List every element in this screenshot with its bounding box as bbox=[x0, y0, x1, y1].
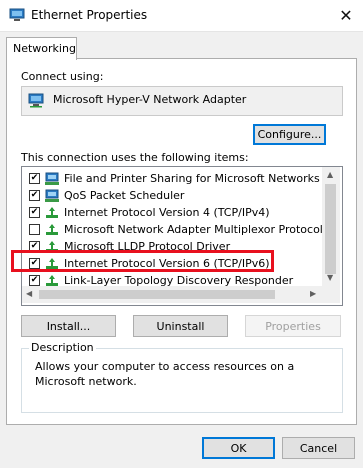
protocol-icon bbox=[46, 206, 58, 218]
ok-button-label: OK bbox=[230, 441, 247, 455]
item-checkbox[interactable] bbox=[29, 224, 40, 235]
tab-networking-label: Networking bbox=[13, 42, 76, 55]
cancel-button[interactable]: Cancel bbox=[282, 437, 355, 459]
network-adapter-icon bbox=[9, 8, 25, 21]
properties-button[interactable]: Properties bbox=[245, 315, 341, 337]
network-client-icon bbox=[45, 189, 59, 202]
item-label: QoS Packet Scheduler bbox=[64, 189, 185, 202]
item-checkbox[interactable]: ✔ bbox=[29, 207, 40, 218]
adapter-name: Microsoft Hyper-V Network Adapter bbox=[53, 93, 247, 106]
items-list[interactable]: ✔ File and Printer Sharing for Microsoft… bbox=[21, 166, 343, 306]
list-item[interactable]: ✔ File and Printer Sharing for Microsoft… bbox=[29, 170, 324, 187]
description-text: Allows your computer to access resources… bbox=[35, 360, 295, 388]
item-checkbox[interactable]: ✔ bbox=[29, 173, 40, 184]
cancel-button-label: Cancel bbox=[299, 441, 338, 455]
configure-button-label: Configure... bbox=[257, 128, 322, 141]
list-item[interactable]: Microsoft Network Adapter Multiplexor Pr… bbox=[29, 221, 324, 238]
list-item[interactable]: ✔ Internet Protocol Version 4 (TCP/IPv4) bbox=[29, 204, 324, 221]
install-button-label: Install... bbox=[46, 319, 91, 333]
item-label: Internet Protocol Version 4 (TCP/IPv4) bbox=[64, 206, 270, 219]
item-label: Microsoft Network Adapter Multiplexor Pr… bbox=[64, 223, 323, 236]
item-checkbox[interactable]: ✔ bbox=[29, 190, 40, 201]
close-icon: ✕ bbox=[339, 5, 353, 25]
properties-button-label: Properties bbox=[265, 319, 321, 333]
highlight-annotation bbox=[11, 250, 274, 272]
close-button[interactable]: ✕ bbox=[333, 4, 359, 26]
ok-button[interactable]: OK bbox=[202, 437, 275, 459]
scroll-up-icon[interactable]: ▲ bbox=[327, 170, 333, 179]
network-adapter-icon bbox=[28, 93, 44, 108]
scroll-right-icon[interactable]: ▶ bbox=[310, 289, 316, 298]
scroll-left-icon[interactable]: ◀ bbox=[26, 289, 32, 298]
connect-using-label: Connect using: bbox=[21, 70, 104, 83]
protocol-icon bbox=[46, 223, 58, 235]
item-label: File and Printer Sharing for Microsoft N… bbox=[64, 172, 320, 185]
vertical-scroll-thumb[interactable] bbox=[325, 184, 336, 274]
scroll-down-icon[interactable]: ▼ bbox=[327, 273, 333, 282]
description-title: Description bbox=[29, 341, 96, 354]
items-label: This connection uses the following items… bbox=[21, 151, 249, 164]
list-item[interactable]: ✔ QoS Packet Scheduler bbox=[29, 187, 324, 204]
uninstall-button[interactable]: Uninstall bbox=[133, 315, 228, 337]
uninstall-button-label: Uninstall bbox=[156, 319, 205, 333]
configure-button[interactable]: Configure... bbox=[253, 124, 326, 145]
horizontal-scroll-thumb[interactable] bbox=[39, 290, 275, 299]
item-checkbox[interactable]: ✔ bbox=[29, 275, 40, 286]
window-title: Ethernet Properties bbox=[31, 8, 148, 22]
install-button[interactable]: Install... bbox=[21, 315, 116, 337]
network-client-icon bbox=[45, 172, 59, 185]
